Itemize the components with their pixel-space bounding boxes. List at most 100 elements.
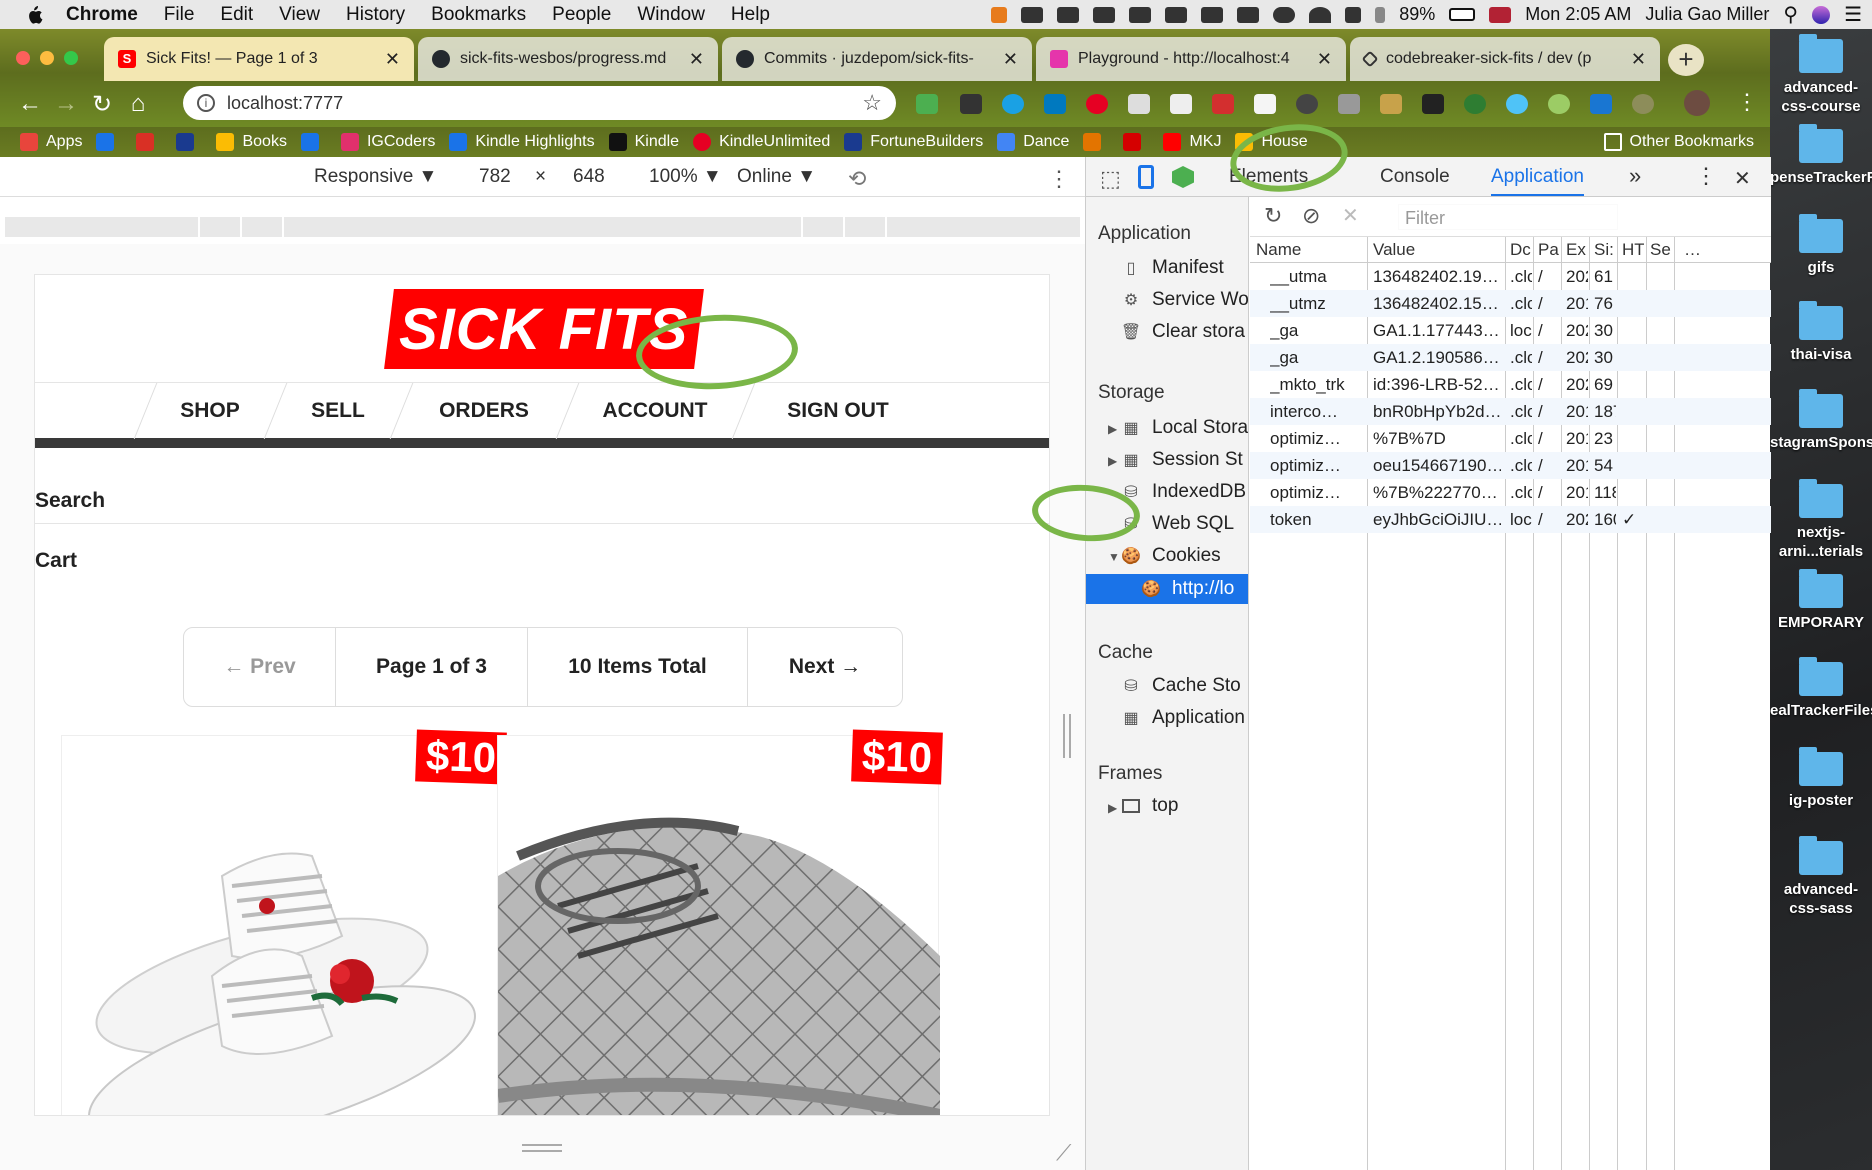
spotlight-icon[interactable]: ⚲ <box>1783 2 1798 27</box>
desktop-folder[interactable]: penseTrackerFiles <box>1770 124 1872 187</box>
sidebar-item-frame-top[interactable]: top <box>1122 795 1178 817</box>
vlc-icon[interactable] <box>991 6 1008 23</box>
bookmark-item[interactable] <box>1083 133 1109 151</box>
desktop-folder[interactable]: nextjs-arni...terials <box>1770 479 1872 561</box>
nav-orders[interactable]: ORDERS <box>401 383 567 439</box>
desktop-folder[interactable]: ealTrackerFiles <box>1770 657 1872 720</box>
sidebar-item-cookies[interactable]: 🍪 Cookies <box>1121 545 1221 567</box>
column-header-domain[interactable]: Dc <box>1510 237 1532 263</box>
extension-icon[interactable] <box>1632 94 1654 114</box>
reload-icon[interactable]: ↻ <box>84 90 120 119</box>
close-tab-icon[interactable]: ✕ <box>1631 49 1646 70</box>
collapse-triangle-icon[interactable]: ▼ <box>1108 550 1120 564</box>
refresh-icon[interactable]: ↻ <box>1264 203 1282 229</box>
back-icon[interactable]: ← <box>12 90 48 118</box>
column-header-secure[interactable]: Se <box>1650 237 1672 263</box>
notification-center-icon[interactable]: ☰ <box>1844 2 1862 27</box>
inspect-element-icon[interactable]: ⬚ <box>1100 166 1121 192</box>
minimize-window-button[interactable] <box>40 51 54 65</box>
cookie-row[interactable]: __utma 136482402.19… .clc / 202 61 <box>1250 263 1771 290</box>
close-devtools-icon[interactable]: ✕ <box>1734 166 1751 191</box>
bookmark-kindle-highlights[interactable]: Kindle Highlights <box>449 133 595 151</box>
menu-app-name[interactable]: Chrome <box>66 4 138 26</box>
media-query-ruler[interactable] <box>5 217 1080 237</box>
column-header-path[interactable]: Pa <box>1538 237 1560 263</box>
clear-all-icon[interactable]: ⊘ <box>1302 203 1320 229</box>
cookie-row[interactable]: optimiz… %7B%7D .clc / 201 23 <box>1250 425 1771 452</box>
sidebar-item-manifest[interactable]: ▯ Manifest <box>1122 257 1224 279</box>
silver-sneaker-image[interactable] <box>498 736 940 1116</box>
bookmark-dance[interactable]: Dance <box>997 133 1069 151</box>
bookmark-fortunebuilders[interactable]: FortuneBuilders <box>844 133 983 151</box>
zoom-window-button[interactable] <box>64 51 78 65</box>
nav-account[interactable]: ACCOUNT <box>567 383 743 439</box>
column-header-name[interactable]: Name <box>1256 237 1301 263</box>
next-page-link[interactable]: Next → <box>748 628 902 706</box>
cart-label[interactable]: Cart <box>35 549 77 573</box>
cloud-icon[interactable] <box>1273 6 1296 23</box>
extension-icon[interactable] <box>1296 94 1318 114</box>
desktop-folder[interactable]: advanced-css-course <box>1770 34 1872 116</box>
desktop-folder[interactable]: stagramSponsors <box>1770 389 1872 452</box>
apple-icon[interactable] <box>22 3 46 27</box>
cookie-row[interactable]: _ga GA1.2.190586… .clc / 202 30 <box>1250 344 1771 371</box>
bookmark-item[interactable] <box>136 133 162 151</box>
expand-triangle-icon[interactable]: ▶ <box>1108 422 1117 436</box>
status-k-icon[interactable] <box>1129 6 1152 23</box>
address-bar[interactable]: i localhost:7777 ☆ <box>183 86 896 120</box>
device-toolbar-toggle-icon[interactable] <box>1138 165 1154 189</box>
search-label[interactable]: Search <box>35 489 105 513</box>
extension-icon[interactable] <box>1002 94 1024 114</box>
viewport-resize-handle[interactable] <box>1063 714 1071 758</box>
bookmark-other[interactable]: Other Bookmarks <box>1603 133 1754 151</box>
battery-icon[interactable] <box>1449 8 1476 21</box>
close-tab-icon[interactable]: ✕ <box>385 49 400 70</box>
extension-icon[interactable] <box>1128 94 1150 114</box>
expand-triangle-icon[interactable]: ▶ <box>1108 801 1117 815</box>
browser-tab[interactable]: Playground - http://localhost:4 ✕ <box>1036 37 1346 81</box>
bluetooth-icon[interactable] <box>1375 6 1386 23</box>
browser-tab[interactable]: codebreaker-sick-fits / dev (p ✕ <box>1350 37 1660 81</box>
devtools-menu-icon[interactable]: ⋮ <box>1695 163 1717 189</box>
resize-corner-icon[interactable]: ⟋ <box>1056 1140 1071 1166</box>
extension-icon[interactable] <box>1212 94 1234 114</box>
home-icon[interactable]: ⌂ <box>120 90 156 118</box>
sidebar-item-session-storage[interactable]: ▦ Session St <box>1122 449 1242 471</box>
cookie-origin-row[interactable]: 🍪 http://lo <box>1141 578 1234 600</box>
dropbox-icon[interactable] <box>1057 6 1080 23</box>
browser-tab[interactable]: sick-fits-wesbos/progress.md ✕ <box>418 37 718 81</box>
close-tab-icon[interactable]: ✕ <box>1003 49 1018 70</box>
status-clock-icon[interactable] <box>1165 6 1188 23</box>
bookmark-mkj[interactable]: MKJ <box>1163 133 1221 151</box>
menu-file[interactable]: File <box>164 4 195 26</box>
column-header-httponly[interactable]: HT <box>1622 237 1644 263</box>
profile-avatar[interactable] <box>1684 90 1710 116</box>
extension-icon[interactable] <box>1548 94 1570 114</box>
viewport-resize-handle-bottom[interactable] <box>522 1144 562 1152</box>
prev-page-link[interactable]: ← Prev <box>184 628 336 706</box>
device-mode-select[interactable]: Responsive ▼ <box>314 166 437 188</box>
sidebar-item-clear-storage[interactable]: 🗑 Clear stora <box>1121 321 1245 343</box>
menu-window[interactable]: Window <box>637 4 705 26</box>
cookie-row[interactable]: optimiz… oeu154667190… .clc / 201 54 <box>1250 452 1771 479</box>
zoom-select[interactable]: 100% ▼ <box>649 166 722 188</box>
cookie-row[interactable]: _mkto_trk id:396-LRB-52… .clc / 202 69 <box>1250 371 1771 398</box>
volume-icon[interactable] <box>1345 6 1362 23</box>
network-throttle-select[interactable]: Online ▼ <box>737 166 816 188</box>
menu-bookmarks[interactable]: Bookmarks <box>431 4 526 26</box>
extension-icon[interactable] <box>960 94 982 114</box>
tab-console[interactable]: Console <box>1380 166 1450 188</box>
bookmark-apps[interactable]: Apps <box>20 133 82 151</box>
bookmark-kindleunlimited[interactable]: KindleUnlimited <box>693 133 830 151</box>
wifi-icon[interactable] <box>1309 6 1332 23</box>
sidebar-item-cache-storage[interactable]: ⛁ Cache Sto <box>1122 675 1240 697</box>
cookie-row[interactable]: __utmz 136482402.15… .clc / 201 76 <box>1250 290 1771 317</box>
desktop-folder[interactable]: thai-visa <box>1770 301 1872 364</box>
sidebar-item-application-cache[interactable]: ▦ Application <box>1122 707 1245 729</box>
pinterest-icon[interactable] <box>1086 94 1108 114</box>
desktop-folder[interactable]: gifs <box>1770 214 1872 277</box>
viewport-width-input[interactable]: 782 <box>479 166 511 188</box>
nav-shop[interactable]: SHOP <box>145 383 275 439</box>
close-window-button[interactable] <box>16 51 30 65</box>
extension-icon[interactable] <box>1380 94 1402 114</box>
